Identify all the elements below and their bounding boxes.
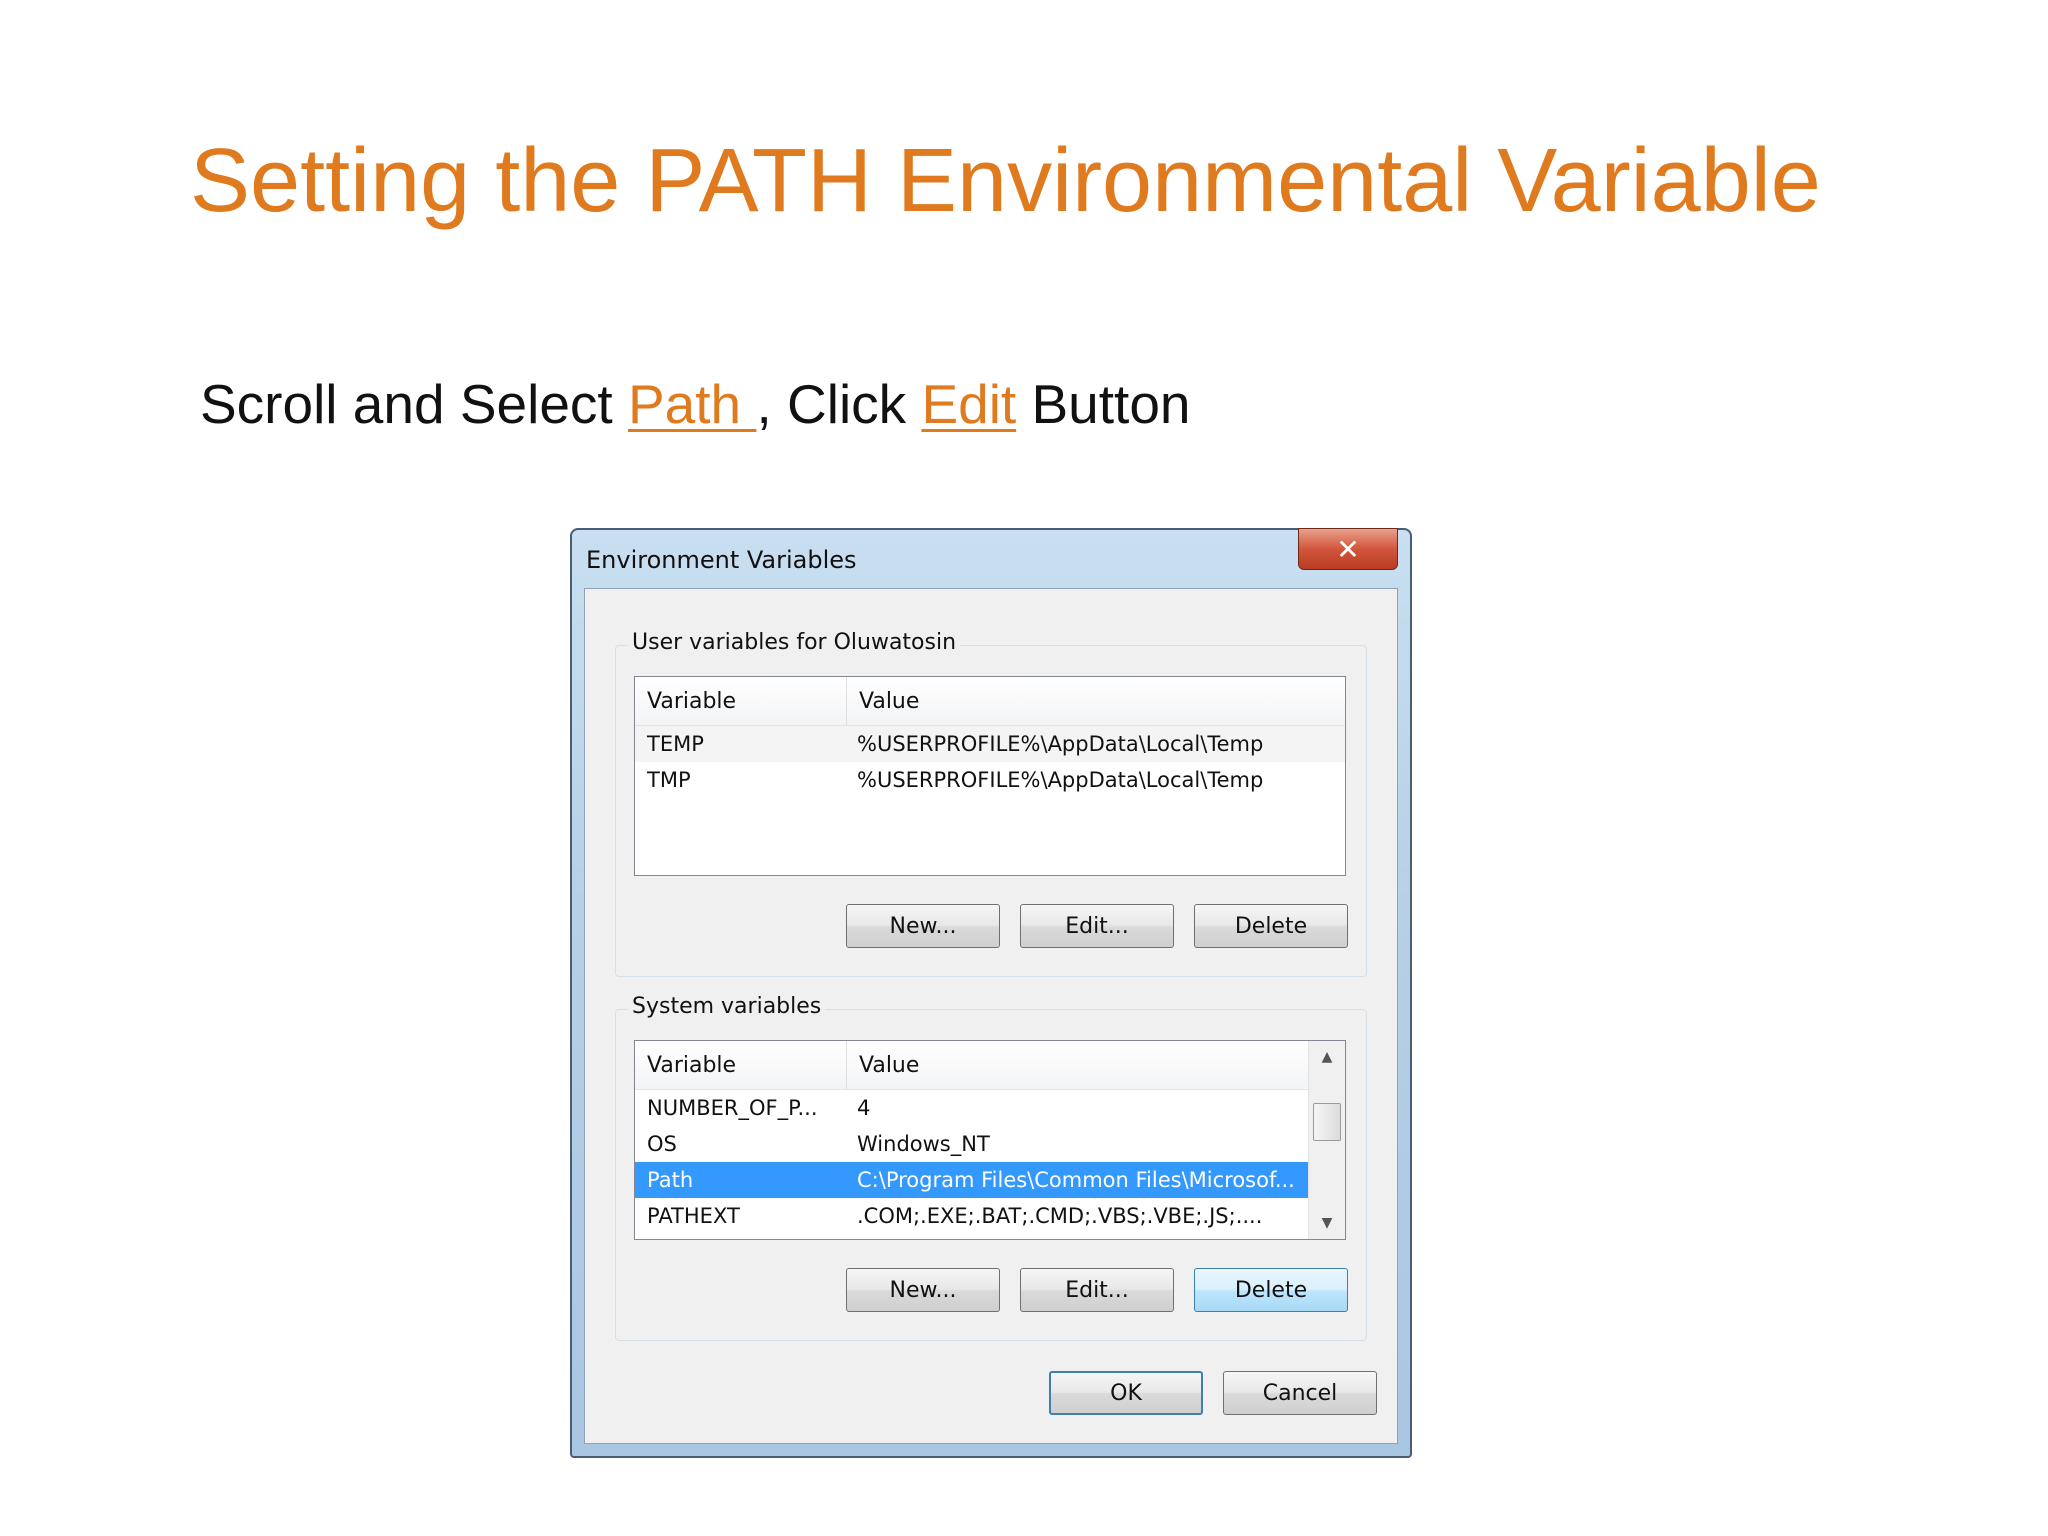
value-cell: .COM;.EXE;.BAT;.CMD;.VBS;.VBE;.JS;....: [857, 1204, 1263, 1228]
ok-button[interactable]: OK: [1049, 1371, 1203, 1415]
dialog-client-area: User variables for Oluwatosin Variable V…: [584, 588, 1398, 1444]
cancel-button[interactable]: Cancel: [1223, 1371, 1377, 1415]
table-row[interactable]: TMP %USERPROFILE%\AppData\Local\Temp: [635, 762, 1345, 798]
instruction-text: Scroll and Select Path , Click Edit Butt…: [200, 372, 1191, 436]
value-cell: C:\Program Files\Common Files\Microsof..…: [857, 1168, 1295, 1192]
user-new-button[interactable]: New...: [846, 904, 1000, 948]
dialog-title: Environment Variables: [586, 546, 857, 574]
value-cell: %USERPROFILE%\AppData\Local\Temp: [857, 732, 1264, 756]
system-delete-button[interactable]: Delete: [1194, 1268, 1348, 1312]
instruction-edit-link: Edit: [921, 373, 1017, 435]
value-cell: 4: [857, 1096, 871, 1120]
table-row[interactable]: TEMP %USERPROFILE%\AppData\Local\Temp: [635, 726, 1345, 762]
table-row[interactable]: NUMBER_OF_P... 4: [635, 1090, 1309, 1126]
system-variables-list[interactable]: Variable Value NUMBER_OF_P... 4 OS Windo…: [634, 1040, 1346, 1240]
column-header-value[interactable]: Value: [847, 677, 1345, 725]
column-header-variable[interactable]: Variable: [635, 1041, 847, 1089]
scroll-down-arrow-icon[interactable]: ▼: [1309, 1207, 1345, 1239]
scroll-thumb[interactable]: [1313, 1103, 1341, 1141]
system-edit-button[interactable]: Edit...: [1020, 1268, 1174, 1312]
variable-cell: TEMP: [647, 732, 704, 756]
system-new-button[interactable]: New...: [846, 1268, 1000, 1312]
user-delete-button[interactable]: Delete: [1194, 904, 1348, 948]
variable-cell: PATHEXT: [647, 1204, 740, 1228]
system-variables-group: System variables Variable Value NUMBER_O…: [615, 994, 1367, 1341]
scroll-up-arrow-icon[interactable]: ▲: [1309, 1041, 1345, 1073]
table-row-selected[interactable]: Path C:\Program Files\Common Files\Micro…: [635, 1162, 1309, 1198]
table-row[interactable]: OS Windows_NT: [635, 1126, 1309, 1162]
system-list-body: Variable Value NUMBER_OF_P... 4 OS Windo…: [635, 1041, 1309, 1239]
column-header-variable[interactable]: Variable: [635, 677, 847, 725]
user-variables-group: User variables for Oluwatosin Variable V…: [615, 630, 1367, 977]
close-icon: ✕: [1336, 532, 1360, 566]
close-button[interactable]: ✕: [1298, 528, 1398, 570]
user-variables-label: User variables for Oluwatosin: [628, 630, 961, 655]
column-header-value[interactable]: Value: [847, 1041, 1309, 1089]
vertical-scrollbar[interactable]: ▲ ▼: [1308, 1041, 1345, 1239]
variable-cell: OS: [647, 1132, 677, 1156]
instruction-middle: , Click: [756, 373, 922, 435]
variable-cell: NUMBER_OF_P...: [647, 1096, 818, 1120]
instruction-suffix: Button: [1016, 373, 1191, 435]
instruction-path-link: Path: [628, 373, 757, 435]
user-variables-list[interactable]: Variable Value TEMP %USERPROFILE%\AppDat…: [634, 676, 1346, 876]
environment-variables-dialog: Environment Variables ✕ User variables f…: [570, 528, 1412, 1458]
variable-cell: Path: [647, 1168, 694, 1192]
slide-title: Setting the PATH Environmental Variable: [190, 131, 1821, 231]
instruction-prefix: Scroll and Select: [200, 373, 628, 435]
value-cell: %USERPROFILE%\AppData\Local\Temp: [857, 768, 1264, 792]
table-row[interactable]: PATHEXT .COM;.EXE;.BAT;.CMD;.VBS;.VBE;.J…: [635, 1198, 1309, 1234]
list-header: Variable Value: [635, 1041, 1309, 1090]
list-header: Variable Value: [635, 677, 1345, 726]
user-edit-button[interactable]: Edit...: [1020, 904, 1174, 948]
value-cell: Windows_NT: [857, 1132, 990, 1156]
variable-cell: TMP: [647, 768, 691, 792]
system-variables-label: System variables: [628, 994, 826, 1019]
